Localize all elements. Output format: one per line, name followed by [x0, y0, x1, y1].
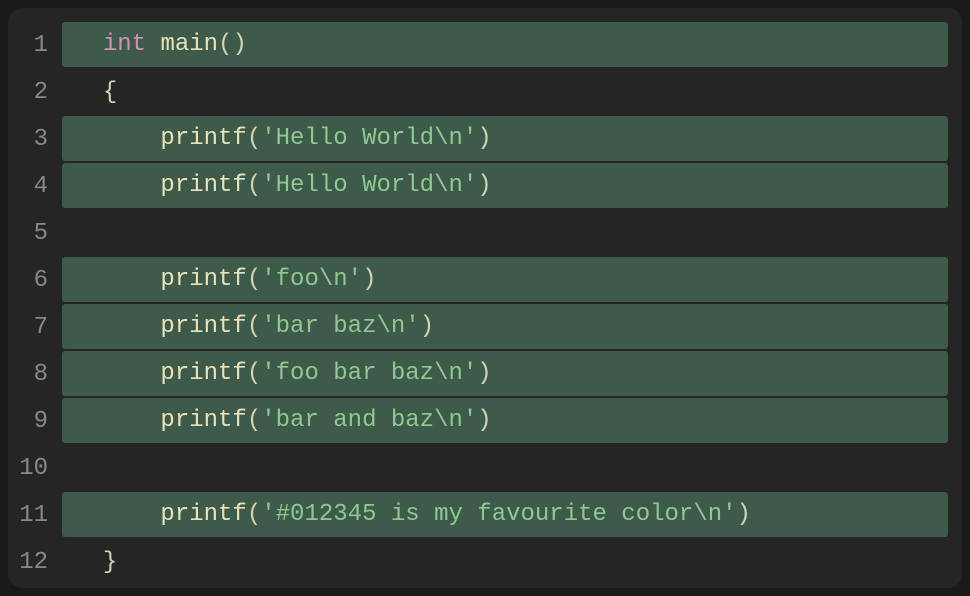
token-string: 'Hello World\n' [261, 121, 477, 157]
code-line[interactable]: 3 printf('Hello World\n') [18, 116, 948, 163]
indent [74, 356, 160, 392]
code-line[interactable]: 1 int main() [18, 22, 948, 69]
token-plain [146, 27, 160, 63]
line-content[interactable]: { [62, 69, 948, 116]
line-content[interactable]: printf('bar and baz\n') [62, 398, 948, 443]
token-call: printf [160, 309, 246, 345]
token-keyword: int [103, 27, 146, 63]
line-content[interactable] [62, 210, 948, 257]
token-paren: ( [247, 168, 261, 204]
line-content[interactable]: printf('Hello World\n') [62, 163, 948, 208]
line-number: 8 [18, 351, 62, 398]
token-string: 'Hello World\n' [261, 168, 477, 204]
token-call: printf [160, 262, 246, 298]
code-line[interactable]: 5 [18, 210, 948, 257]
code-line[interactable]: 6 printf('foo\n') [18, 257, 948, 304]
line-number: 11 [18, 492, 62, 539]
code-line[interactable]: 8 printf('foo bar baz\n') [18, 351, 948, 398]
token-string: 'foo bar baz\n' [261, 356, 477, 392]
line-number: 2 [18, 69, 62, 116]
code-line[interactable]: 4 printf('Hello World\n') [18, 163, 948, 210]
indent [74, 497, 160, 533]
code-editor[interactable]: 1 int main()2 {3 printf('Hello World\n')… [8, 8, 962, 588]
token-paren: ( [247, 262, 261, 298]
code-line[interactable]: 7 printf('bar baz\n') [18, 304, 948, 351]
indent [74, 121, 160, 157]
code-line[interactable]: 12 } [18, 539, 948, 586]
indent [74, 545, 103, 581]
code-line[interactable]: 9 printf('bar and baz\n') [18, 398, 948, 445]
line-content[interactable]: printf('bar baz\n') [62, 304, 948, 349]
indent [74, 75, 103, 111]
indent [74, 262, 160, 298]
line-number: 6 [18, 257, 62, 304]
indent [74, 168, 160, 204]
token-paren: ) [477, 403, 491, 439]
line-content[interactable] [62, 445, 948, 492]
line-content[interactable]: printf('#012345 is my favourite color\n'… [62, 492, 948, 537]
line-number: 4 [18, 163, 62, 210]
token-string: '#012345 is my favourite color\n' [261, 497, 736, 533]
token-call: printf [160, 168, 246, 204]
token-brace: { [103, 75, 117, 111]
token-paren: ) [477, 168, 491, 204]
token-call: printf [160, 356, 246, 392]
token-call: printf [160, 497, 246, 533]
token-paren: () [218, 27, 247, 63]
code-line[interactable]: 10 [18, 445, 948, 492]
line-content[interactable]: printf('foo\n') [62, 257, 948, 302]
line-content[interactable]: printf('Hello World\n') [62, 116, 948, 161]
token-call: printf [160, 121, 246, 157]
token-paren: ( [247, 403, 261, 439]
code-line[interactable]: 2 { [18, 69, 948, 116]
line-content[interactable]: int main() [62, 22, 948, 67]
line-number: 1 [18, 22, 62, 69]
line-number: 9 [18, 398, 62, 445]
token-paren: ) [737, 497, 751, 533]
code-container: 1 int main()2 {3 printf('Hello World\n')… [18, 22, 948, 586]
token-paren: ( [247, 309, 261, 345]
token-brace: } [103, 545, 117, 581]
token-func: main [160, 27, 218, 63]
token-paren: ) [477, 121, 491, 157]
token-string: 'bar baz\n' [261, 309, 419, 345]
token-paren: ) [420, 309, 434, 345]
indent [74, 27, 103, 63]
token-string: 'foo\n' [261, 262, 362, 298]
line-number: 10 [18, 445, 62, 492]
line-number: 3 [18, 116, 62, 163]
line-number: 12 [18, 539, 62, 586]
token-paren: ) [477, 356, 491, 392]
code-line[interactable]: 11 printf('#012345 is my favourite color… [18, 492, 948, 539]
token-paren: ( [247, 497, 261, 533]
token-paren: ) [362, 262, 376, 298]
line-number: 7 [18, 304, 62, 351]
line-content[interactable]: } [62, 539, 948, 586]
indent [74, 309, 160, 345]
indent [74, 403, 160, 439]
token-paren: ( [247, 121, 261, 157]
token-paren: ( [247, 356, 261, 392]
token-string: 'bar and baz\n' [261, 403, 477, 439]
line-number: 5 [18, 210, 62, 257]
token-call: printf [160, 403, 246, 439]
line-content[interactable]: printf('foo bar baz\n') [62, 351, 948, 396]
